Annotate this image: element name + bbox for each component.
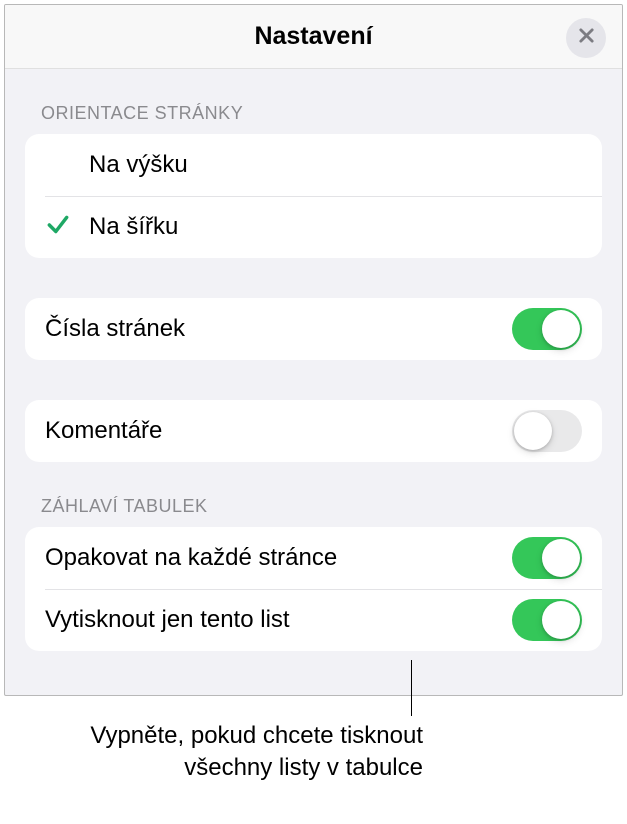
toggle-knob bbox=[514, 412, 552, 450]
checkmark-icon bbox=[45, 212, 71, 243]
callout-leader-line bbox=[411, 660, 412, 716]
panel-content: Orientace stránky Na výšku Na šířku Čísl… bbox=[5, 69, 622, 651]
toggle-knob bbox=[542, 539, 580, 577]
close-button[interactable] bbox=[566, 18, 606, 58]
comments-label: Komentáře bbox=[45, 417, 512, 445]
panel-title: Nastavení bbox=[254, 22, 372, 51]
callout-text: Vypněte, pokud chcete tisknout všechny l… bbox=[3, 720, 423, 785]
page-numbers-row: Čísla stránek bbox=[25, 298, 602, 360]
orientation-landscape-row[interactable]: Na šířku bbox=[25, 196, 602, 258]
orientation-group: Na výšku Na šířku bbox=[25, 134, 602, 258]
comments-toggle[interactable] bbox=[512, 410, 582, 452]
panel-header: Nastavení bbox=[5, 5, 622, 69]
page-numbers-toggle[interactable] bbox=[512, 308, 582, 350]
repeat-headers-toggle[interactable] bbox=[512, 537, 582, 579]
settings-panel: Nastavení Orientace stránky Na výšku Na … bbox=[4, 4, 623, 696]
repeat-headers-label: Opakovat na každé stránce bbox=[45, 544, 512, 572]
print-only-this-toggle[interactable] bbox=[512, 599, 582, 641]
close-icon bbox=[578, 27, 595, 49]
page-numbers-group: Čísla stránek bbox=[25, 298, 602, 360]
table-headers-section-header: Záhlaví tabulek bbox=[25, 462, 602, 527]
print-only-this-label: Vytisknout jen tento list bbox=[45, 606, 512, 634]
repeat-headers-row: Opakovat na každé stránce bbox=[25, 527, 602, 589]
table-headers-group: Opakovat na každé stránce Vytisknout jen… bbox=[25, 527, 602, 651]
comments-row: Komentáře bbox=[25, 400, 602, 462]
orientation-section-header: Orientace stránky bbox=[25, 69, 602, 134]
page-numbers-label: Čísla stránek bbox=[45, 315, 512, 343]
checkmark-slot bbox=[45, 212, 89, 243]
orientation-portrait-row[interactable]: Na výšku bbox=[25, 134, 602, 196]
orientation-portrait-label: Na výšku bbox=[89, 151, 582, 179]
toggle-knob bbox=[542, 310, 580, 348]
toggle-knob bbox=[542, 601, 580, 639]
print-only-this-row: Vytisknout jen tento list bbox=[25, 589, 602, 651]
orientation-landscape-label: Na šířku bbox=[89, 213, 582, 241]
comments-group: Komentáře bbox=[25, 400, 602, 462]
